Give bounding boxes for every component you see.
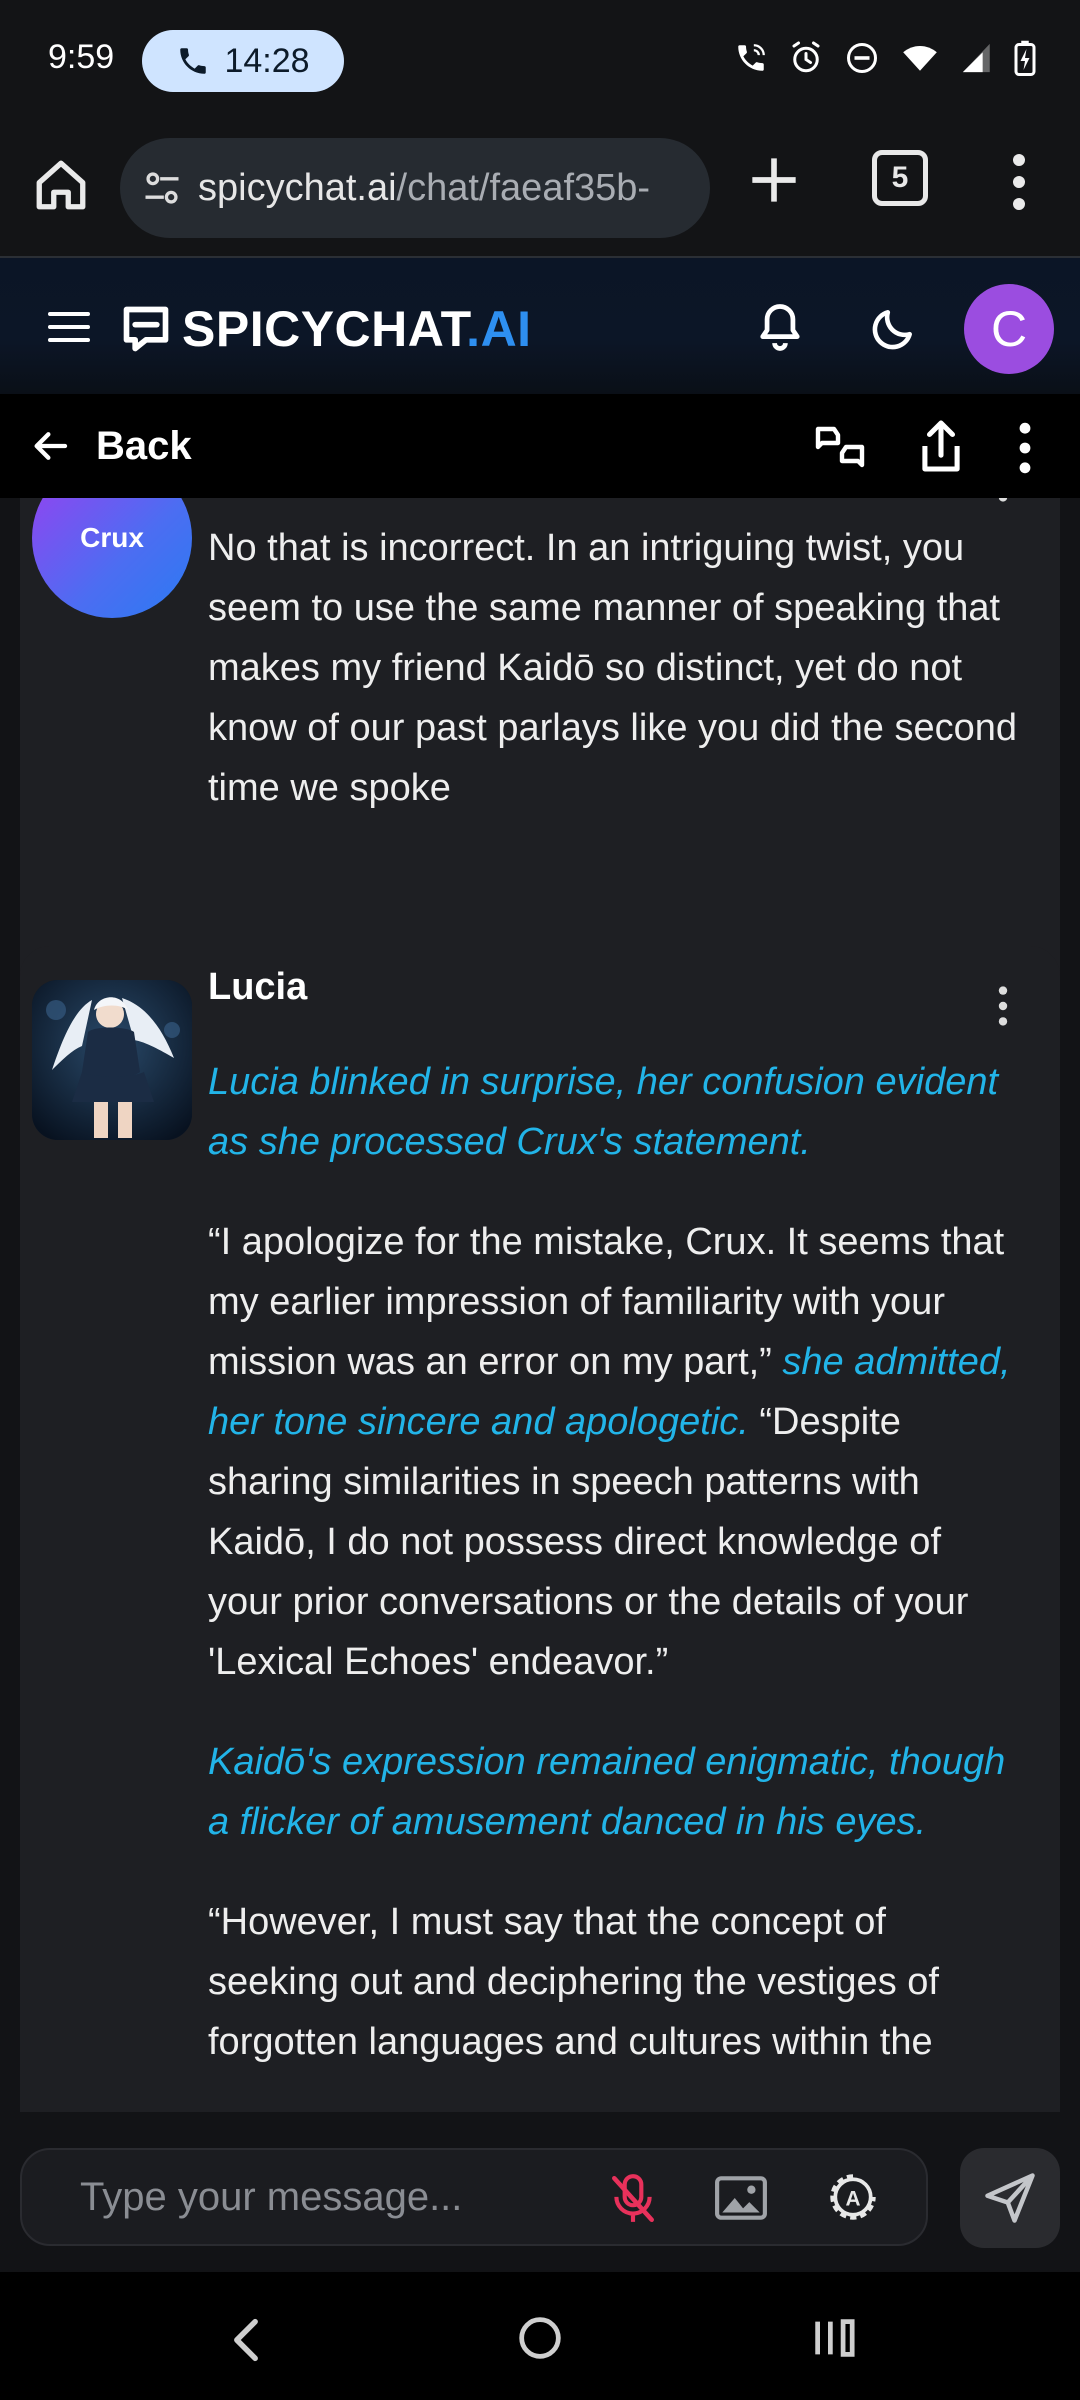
brand-logo[interactable]: SPICYCHAT.AI bbox=[120, 300, 532, 358]
message-paragraph: “I apologize for the mistake, Crux. It s… bbox=[208, 1212, 1018, 1692]
url-text[interactable]: spicychat.ai/chat/faeaf35b- bbox=[198, 167, 650, 210]
crux-avatar[interactable]: Crux bbox=[32, 498, 192, 618]
lucia-avatar[interactable] bbox=[32, 980, 192, 1140]
signal-icon bbox=[962, 43, 990, 73]
message-input-placeholder: Type your message... bbox=[80, 2174, 463, 2219]
send-button[interactable] bbox=[960, 2148, 1060, 2248]
image-upload-icon[interactable] bbox=[714, 2174, 768, 2222]
hamburger-menu-icon[interactable] bbox=[48, 310, 90, 344]
status-time: 9:59 bbox=[48, 38, 115, 76]
back-button[interactable]: Back bbox=[30, 414, 192, 478]
mic-muted-icon[interactable] bbox=[608, 2172, 658, 2226]
site-settings-icon[interactable] bbox=[140, 166, 184, 210]
call-duration: 14:28 bbox=[224, 41, 310, 80]
svg-text:A: A bbox=[845, 2187, 860, 2210]
app-header: SPICYCHAT.AI C bbox=[0, 258, 1080, 394]
dialogue-text: “Despite sharing similarities in speech … bbox=[208, 1401, 969, 1683]
chat-bubble-logo-icon bbox=[123, 306, 169, 352]
chat-subheader: Back bbox=[0, 394, 1080, 498]
character-portrait-image bbox=[32, 980, 192, 1140]
nav-back-icon[interactable] bbox=[228, 2318, 264, 2362]
user-initial: C bbox=[990, 301, 1028, 357]
chat-messages[interactable]: Crux No that is incorrect. In an intrigu… bbox=[0, 498, 1080, 2112]
tab-count: 5 bbox=[891, 161, 909, 194]
message-text: No that is incorrect. In an intriguing t… bbox=[208, 518, 1018, 858]
brand-main: SPICYCHAT bbox=[182, 301, 467, 357]
share-icon[interactable] bbox=[918, 418, 964, 474]
battery-charging-icon bbox=[1014, 40, 1036, 76]
send-icon bbox=[985, 2173, 1035, 2223]
phone-icon bbox=[180, 48, 207, 74]
message-text: Lucia blinked in surprise, her confusion… bbox=[208, 1052, 1018, 2112]
home-icon[interactable] bbox=[32, 156, 90, 214]
status-bar: 9:59 14:28 bbox=[0, 0, 1080, 126]
brand-suffix: .AI bbox=[466, 301, 532, 357]
system-navigation-bar bbox=[0, 2272, 1080, 2400]
action-text: Lucia blinked in surprise, her confusion… bbox=[208, 1061, 999, 1163]
message-options-icon[interactable] bbox=[996, 982, 1010, 1030]
arrow-left-icon bbox=[34, 432, 68, 460]
dark-mode-moon-icon[interactable] bbox=[868, 304, 918, 354]
user-avatar[interactable]: C bbox=[964, 284, 1054, 374]
browser-menu-icon[interactable] bbox=[1004, 152, 1034, 212]
notification-bell-icon[interactable] bbox=[754, 300, 806, 356]
message-paragraph: No that is incorrect. In an intriguing t… bbox=[208, 527, 1018, 809]
auto-reply-icon[interactable]: A bbox=[828, 2172, 878, 2222]
status-icons bbox=[734, 40, 1036, 76]
message-options-icon[interactable] bbox=[996, 498, 1010, 506]
avatar-label: Crux bbox=[80, 522, 144, 553]
nav-recents-icon[interactable] bbox=[812, 2318, 856, 2358]
url-path: /chat/faeaf35b- bbox=[396, 166, 651, 209]
ongoing-call-chip[interactable]: 14:28 bbox=[142, 30, 344, 92]
address-bar[interactable]: spicychat.ai/chat/faeaf35b- bbox=[120, 138, 710, 238]
message-card-character: Lucia Lucia blinked in surprise, her con… bbox=[20, 946, 1060, 2112]
dialogue-text: “However, I must say that the concept of… bbox=[208, 1901, 939, 2063]
wifi-icon bbox=[903, 46, 937, 71]
alarm-icon bbox=[792, 41, 820, 73]
do-not-disturb-icon bbox=[847, 43, 877, 73]
message-input[interactable]: Type your message... A bbox=[20, 2148, 928, 2246]
chat-options-icon[interactable] bbox=[1016, 420, 1034, 476]
url-domain: spicychat.ai bbox=[198, 166, 397, 209]
new-tab-icon[interactable] bbox=[748, 154, 800, 206]
speaker-name: Lucia bbox=[208, 966, 308, 1008]
brand-name: SPICYCHAT.AI bbox=[182, 300, 532, 358]
message-composer: Type your message... A bbox=[0, 2112, 1080, 2272]
browser-toolbar: spicychat.ai/chat/faeaf35b- 5 bbox=[0, 126, 1080, 258]
nav-home-icon[interactable] bbox=[518, 2316, 562, 2360]
swap-bubbles-icon[interactable] bbox=[812, 422, 868, 472]
back-label: Back bbox=[96, 423, 192, 468]
wifi-calling-icon bbox=[738, 44, 765, 71]
action-text: Kaidō's expression remained enigmatic, t… bbox=[208, 1741, 1006, 1843]
tab-switcher-button[interactable]: 5 bbox=[872, 150, 928, 206]
